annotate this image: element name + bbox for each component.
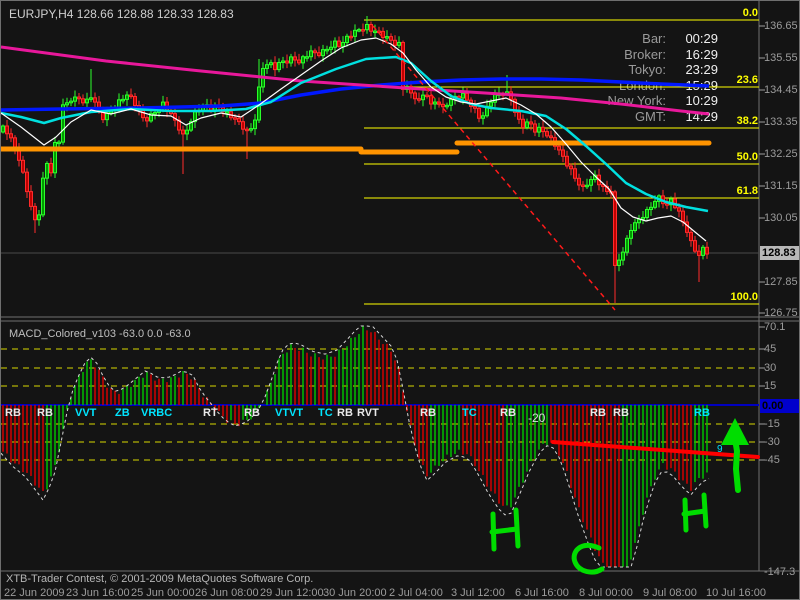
macd-axis-label: 70.1 bbox=[764, 321, 786, 333]
current-price-badge: 128.83 bbox=[760, 246, 799, 260]
white-ma-line[interactable] bbox=[1, 37, 707, 242]
macd-axis-label: 45 bbox=[764, 343, 777, 355]
mt4-chart-window: Bar: 00:29 Broker: 16:29 Tokyo: 23:29 London: 1… bbox=[0, 0, 800, 600]
macd-signal-label: RB bbox=[590, 407, 606, 419]
macd-signal-label: ZB bbox=[115, 407, 130, 419]
macd-signal-label: RB bbox=[5, 407, 21, 419]
price-axis-label: 133.35 bbox=[764, 116, 798, 128]
macd-signal-label: RB bbox=[37, 407, 53, 419]
price-axis-label: 127.85 bbox=[764, 276, 798, 288]
fib-level-label: 23.6 bbox=[736, 74, 758, 86]
time-axis-label: 3 Jul 12:00 bbox=[451, 587, 505, 599]
macd-axis-label: 30 bbox=[764, 362, 777, 374]
macd-signal-label: VTVT bbox=[275, 407, 304, 419]
price-axis-label: 136.65 bbox=[764, 20, 798, 32]
time-axis-label: 29 Jun 12:00 bbox=[260, 587, 324, 599]
fib-level-label: 0.0 bbox=[742, 7, 758, 19]
fib-level-label: 100.0 bbox=[730, 291, 758, 303]
price-axis-label: 132.25 bbox=[764, 148, 798, 160]
price-axis-label: 131.15 bbox=[764, 180, 798, 192]
macd-indicator-title: MACD_Colored_v103 -63.0 0.0 -63.0 bbox=[9, 328, 191, 340]
macd-signal-label: RB bbox=[244, 407, 260, 419]
macd-signal-label: TC bbox=[318, 407, 333, 419]
chart-canvas[interactable] bbox=[1, 1, 800, 600]
fib-level-label: 50.0 bbox=[736, 151, 758, 163]
drawn-up-arrow-head[interactable] bbox=[721, 418, 749, 445]
macd-axis-label: -30 bbox=[764, 436, 780, 448]
chart-symbol-ohlc-title: EURJPY,H4 128.66 128.88 128.33 128.83 bbox=[9, 7, 234, 21]
time-axis-label: 23 Jun 16:00 bbox=[66, 587, 130, 599]
drawn-letter-h-stroke[interactable] bbox=[489, 526, 520, 535]
time-axis-label: 26 Jun 08:00 bbox=[195, 587, 259, 599]
price-axis-label: 134.45 bbox=[764, 84, 798, 96]
time-axis-label: 2 Jul 04:00 bbox=[389, 587, 443, 599]
price-axis-label: 130.05 bbox=[764, 212, 798, 224]
macd-signal-label: VVT bbox=[75, 407, 97, 419]
macd-axis-label: -45 bbox=[764, 454, 780, 466]
macd-signal-label: RB bbox=[420, 407, 436, 419]
macd-small-cyan-mark: 9 bbox=[717, 444, 723, 455]
macd-signal-label: RVT bbox=[357, 407, 379, 419]
drawn-letter-c[interactable] bbox=[571, 542, 605, 575]
macd-zero-badge: 0.00 bbox=[760, 399, 799, 413]
time-axis-label: 10 Jul 16:00 bbox=[706, 587, 766, 599]
macd-signal-label: RB bbox=[337, 407, 353, 419]
macd-axis-label: -15 bbox=[764, 418, 780, 430]
macd-minus20-annotation: -20 bbox=[528, 411, 546, 425]
macd-signal-label: RT bbox=[203, 407, 218, 419]
drawn-up-arrow-shaft[interactable] bbox=[732, 436, 741, 493]
time-axis-label: 6 Jul 16:00 bbox=[515, 587, 569, 599]
status-bar-text: XTB-Trader Contest, © 2001-2009 MetaQuot… bbox=[6, 573, 314, 585]
time-axis-label: 22 Jun 2009 bbox=[4, 587, 65, 599]
time-axis-label: 30 Jun 20:00 bbox=[323, 587, 387, 599]
descending-trendline[interactable] bbox=[372, 25, 616, 311]
macd-signal-label: VRBC bbox=[141, 407, 173, 419]
price-axis-label: 126.75 bbox=[764, 307, 798, 319]
drawn-letter-h-stroke[interactable] bbox=[681, 508, 708, 517]
price-axis-label: 135.55 bbox=[764, 52, 798, 64]
time-axis-label: 25 Jun 00:00 bbox=[131, 587, 195, 599]
macd-signal-label: RB bbox=[500, 407, 516, 419]
macd-signal-label: TC bbox=[462, 407, 477, 419]
fib-level-label: 61.8 bbox=[736, 185, 758, 197]
macd-axis-label: -147.3 bbox=[764, 566, 796, 578]
macd-signal-label: RB bbox=[613, 407, 629, 419]
macd-signal-label: RB bbox=[694, 407, 710, 419]
macd-axis-label: 15 bbox=[764, 380, 777, 392]
fib-level-label: 38.2 bbox=[736, 115, 758, 127]
time-axis-label: 9 Jul 08:00 bbox=[643, 587, 697, 599]
time-axis-label: 8 Jul 00:00 bbox=[579, 587, 633, 599]
